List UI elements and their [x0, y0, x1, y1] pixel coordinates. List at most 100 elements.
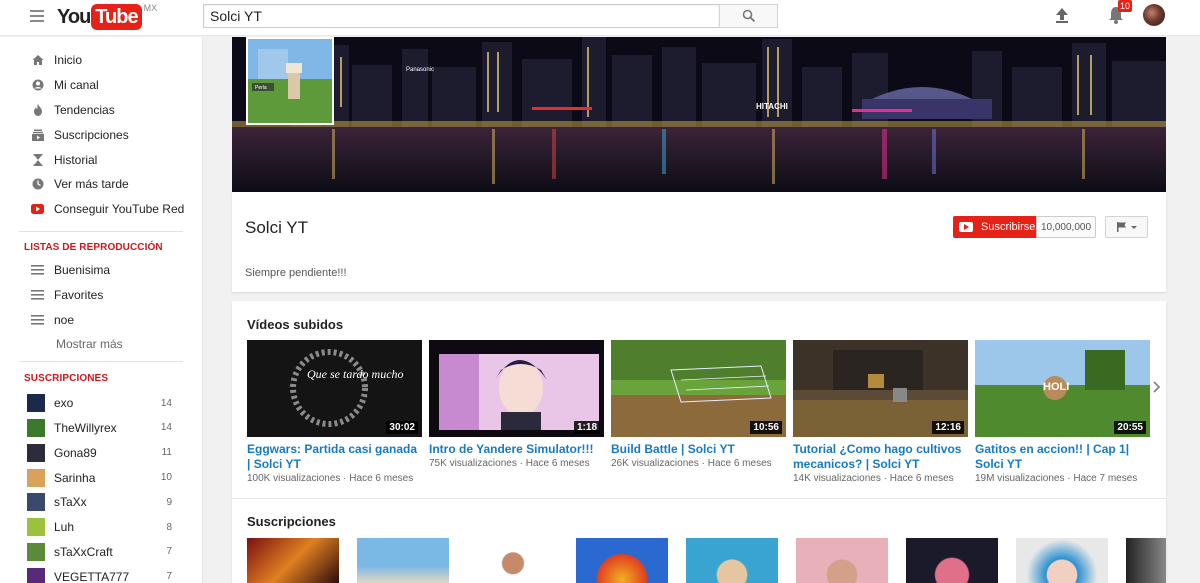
- show-more-link[interactable]: Mostrar más: [0, 332, 202, 357]
- subscription-channel-thumbnail[interactable]: [467, 538, 559, 583]
- sidebar-item-suscripciones[interactable]: Suscripciones: [0, 122, 202, 147]
- video-meta: 100K visualizaciones · Hace 6 meses: [247, 473, 414, 484]
- subscription-item[interactable]: Luh 8: [0, 515, 202, 540]
- video-title[interactable]: Build Battle | Solci YT: [611, 442, 786, 457]
- subscription-name: exo: [54, 396, 74, 411]
- subscription-channel-thumbnail[interactable]: [1016, 538, 1108, 583]
- channel-avatar: [27, 493, 45, 512]
- search-button[interactable]: [719, 4, 778, 28]
- subscriptions-section-heading[interactable]: Suscripciones: [247, 514, 336, 529]
- subscription-item[interactable]: VEGETTA777 7: [0, 564, 202, 583]
- sidebar-item-mi-canal[interactable]: Mi canal: [0, 73, 202, 98]
- search-icon: [742, 9, 755, 23]
- video-duration: 20:55: [1114, 421, 1146, 434]
- flag-icon: [1116, 222, 1137, 232]
- subscription-name: Sarinha: [54, 470, 96, 485]
- channel-avatar: [27, 542, 45, 561]
- subscription-channel-thumbnail[interactable]: [247, 538, 339, 583]
- new-video-count: 9: [166, 496, 172, 508]
- video-meta: 19M visualizaciones · Hace 7 meses: [975, 473, 1138, 484]
- search-input[interactable]: [203, 4, 720, 28]
- subscription-item[interactable]: sTaXx 9: [0, 490, 202, 515]
- playlist-item-buenisima[interactable]: Buenisima: [0, 258, 202, 283]
- menu-icon[interactable]: [30, 10, 44, 22]
- guide-sidebar: Inicio Mi canal Tendencias Suscripciones…: [0, 37, 203, 583]
- video-title[interactable]: Gatitos en accion!! | Cap 1| Solci YT: [975, 442, 1150, 472]
- subscription-item[interactable]: TheWillyrex 14: [0, 416, 202, 441]
- clock-icon: [31, 178, 44, 191]
- subscription-name: TheWillyrex: [54, 420, 117, 435]
- sidebar-item-ver-mas-tarde[interactable]: Ver más tarde: [0, 172, 202, 197]
- thumbnail-caption: Que se tardo mucho: [307, 367, 404, 381]
- subscriber-count: 10,000,000: [1036, 216, 1096, 238]
- subscription-channel-thumbnail[interactable]: [686, 538, 778, 583]
- subscription-name: VEGETTA777: [54, 569, 130, 583]
- video-thumbnail[interactable]: Que se tardo mucho 30:02: [247, 340, 422, 437]
- new-video-count: 8: [166, 521, 172, 533]
- sidebar-divider: [19, 230, 183, 232]
- video-card[interactable]: HOLI 20:55 Gatitos en accion!! | Cap 1| …: [975, 340, 1150, 484]
- video-thumbnail[interactable]: 12:16: [793, 340, 968, 437]
- video-card[interactable]: Que se tardo mucho 30:02 Eggwars: Partid…: [247, 340, 422, 484]
- subscription-channel-thumbnail[interactable]: [796, 538, 888, 583]
- account-avatar[interactable]: [1143, 4, 1165, 26]
- video-thumbnail[interactable]: HOLI 20:55: [975, 340, 1150, 437]
- subscription-channel-thumbnail[interactable]: [906, 538, 998, 583]
- subscriptions-list: exo 14 TheWillyrex 14 Gona89 11 Sarinha 10 sTaXx…: [0, 391, 202, 583]
- video-duration: 12:16: [932, 421, 964, 434]
- shelf-next-arrow-icon[interactable]: [1152, 380, 1162, 394]
- video-thumbnail[interactable]: 10:56: [611, 340, 786, 437]
- sidebar-item-historial[interactable]: Historial: [0, 147, 202, 172]
- sidebar-item-tendencias[interactable]: Tendencias: [0, 98, 202, 123]
- channel-avatar: [27, 567, 45, 583]
- playlist-item-favorites[interactable]: Favorites: [0, 282, 202, 307]
- channel-avatar: [27, 468, 45, 487]
- channel-banner: Panasonic HITACHI: [232, 37, 1166, 192]
- report-flag-button[interactable]: [1105, 216, 1148, 238]
- subscription-channel-thumbnail[interactable]: [1126, 538, 1166, 583]
- sidebar-item-youtube-red[interactable]: Conseguir YouTube Red: [0, 197, 202, 222]
- channel-avatar: [27, 418, 45, 437]
- playlists-heading[interactable]: LISTAS DE REPRODUCCIÓN: [0, 240, 202, 256]
- new-video-count: 14: [160, 422, 172, 434]
- video-title[interactable]: Intro de Yandere Simulator!!!: [429, 442, 604, 457]
- home-icon: [31, 54, 44, 67]
- playlist-icon: [31, 288, 44, 301]
- video-card[interactable]: 12:16 Tutorial ¿Como hago cultivos mecan…: [793, 340, 968, 484]
- subscription-item[interactable]: exo 14: [0, 391, 202, 416]
- channel-avatar: [27, 518, 45, 537]
- subscription-item[interactable]: sTaXxCraft 7: [0, 540, 202, 565]
- uploads-heading[interactable]: Vídeos subidos: [247, 317, 343, 332]
- flame-icon: [31, 103, 44, 116]
- subscription-item[interactable]: Gona89 11: [0, 440, 202, 465]
- city-skyline-art: Panasonic HITACHI: [232, 37, 1166, 192]
- channel-title[interactable]: Solci YT: [245, 218, 308, 238]
- account-icon: [31, 79, 44, 92]
- video-thumbnail[interactable]: 1:18: [429, 340, 604, 437]
- subscription-channel-thumbnail[interactable]: [576, 538, 668, 583]
- upload-icon[interactable]: [1052, 5, 1072, 25]
- notification-badge: 10: [1118, 0, 1133, 12]
- avatar-caption: Perla: [255, 85, 267, 91]
- video-title[interactable]: Tutorial ¿Como hago cultivos mecanicos? …: [793, 442, 968, 472]
- channel-header-card: Solci YT Suscribirse 10,000,000 Siempre …: [232, 192, 1166, 292]
- subscriptions-heading[interactable]: SUSCRIPCIONES: [0, 371, 202, 387]
- video-title[interactable]: Eggwars: Partida casi ganada | Solci YT: [247, 442, 422, 472]
- video-duration: 30:02: [386, 421, 418, 434]
- subscription-item[interactable]: Sarinha 10: [0, 465, 202, 490]
- new-video-count: 14: [160, 397, 172, 409]
- playlist-icon: [31, 263, 44, 276]
- video-card[interactable]: 1:18 Intro de Yandere Simulator!!! 75K v…: [429, 340, 604, 469]
- banner-sign-hitachi: HITACHI: [756, 102, 788, 111]
- subscription-channel-thumbnail[interactable]: [357, 538, 449, 583]
- playlist-item-noe[interactable]: noe: [0, 307, 202, 332]
- channel-avatar: [27, 394, 45, 413]
- channel-avatar[interactable]: Perla: [246, 37, 334, 125]
- youtube-logo[interactable]: You Tube MX: [57, 3, 157, 31]
- video-card[interactable]: 10:56 Build Battle | Solci YT 26K visual…: [611, 340, 786, 469]
- subscriptions-icon: [31, 128, 44, 141]
- youtube-red-icon: [31, 203, 44, 216]
- subscribe-button[interactable]: Suscribirse: [953, 216, 1044, 238]
- youtube-play-icon: [959, 222, 973, 232]
- sidebar-item-inicio[interactable]: Inicio: [0, 48, 202, 73]
